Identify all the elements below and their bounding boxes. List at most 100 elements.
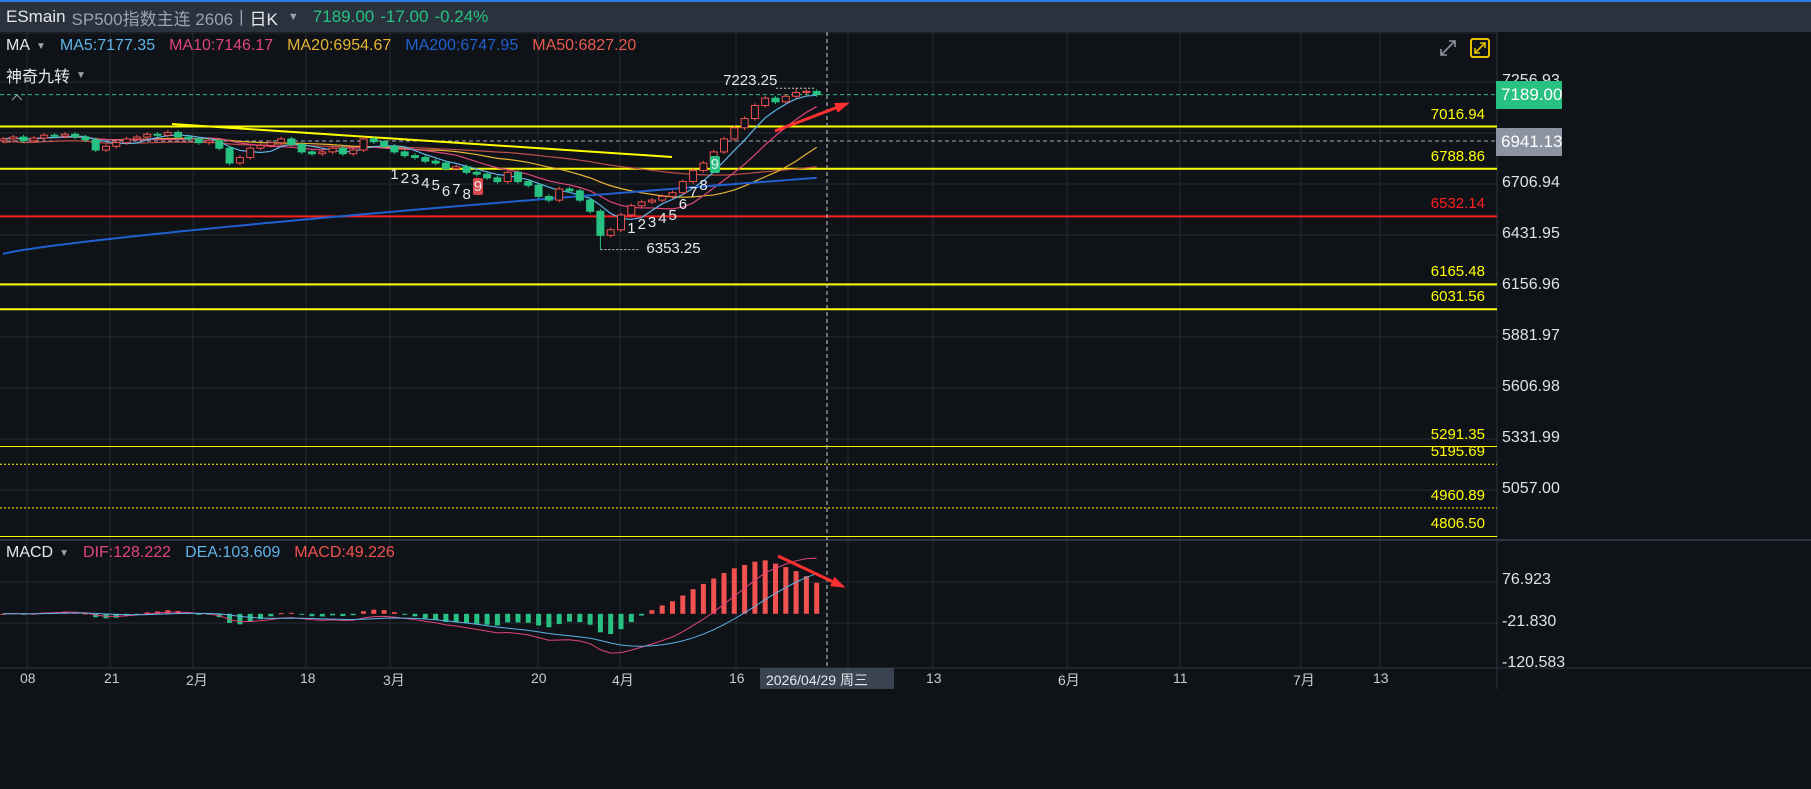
macd-histogram-bar: [546, 613, 552, 628]
candle-down: [225, 147, 234, 164]
candle-up: [143, 133, 152, 138]
candle-down: [194, 138, 203, 144]
time-axis-label: 4月: [612, 672, 634, 688]
td-legend: 神奇九转 ▼: [6, 63, 86, 87]
chevron-down-icon[interactable]: ▼: [76, 70, 86, 81]
candle-down: [472, 171, 481, 175]
macd-histogram-bar: [659, 605, 665, 614]
candle-up: [658, 195, 667, 201]
td-count-label: 8: [462, 186, 471, 204]
candle-up: [122, 138, 131, 144]
price-axis-label: 6156.96: [1502, 276, 1560, 293]
candle-up: [256, 144, 265, 149]
td-count-label: 2: [637, 215, 646, 233]
macd-axis-label: -21.830: [1502, 612, 1557, 630]
chevron-down-icon[interactable]: ▼: [36, 41, 46, 52]
candle-down: [411, 155, 419, 158]
macd-histogram-bar: [484, 613, 490, 625]
macd-histogram-bar: [608, 613, 614, 635]
macd-histogram-bar: [762, 560, 768, 614]
td-count-label: 8: [699, 177, 708, 195]
candle-up: [318, 151, 327, 155]
candle-up: [29, 137, 38, 142]
candle-down: [441, 162, 450, 170]
expand-icon[interactable]: [1438, 38, 1458, 58]
macd-histogram-bar: [278, 613, 284, 615]
candle-up: [668, 192, 677, 197]
dif-value: DIF:128.222: [83, 544, 172, 561]
candle-up: [627, 205, 636, 216]
macd-legend: MACD ▼ DIF:128.222 DEA:103.609 MACD:49.2…: [6, 544, 395, 562]
time-axis-label: 13: [1373, 670, 1389, 686]
level-label: 6532.14: [1430, 195, 1485, 213]
td-nine-badge: 9: [709, 155, 721, 173]
macd-histogram-bar: [618, 613, 624, 630]
candle-up: [761, 97, 770, 107]
macd-histogram-bar: [783, 567, 789, 614]
candle-up: [689, 169, 698, 183]
macd-indicator-label[interactable]: MACD: [6, 544, 53, 562]
candle-up: [606, 229, 615, 236]
macd-histogram-bar: [330, 613, 336, 616]
level-label: 4806.50: [1430, 515, 1485, 533]
macd-histogram-bar: [464, 613, 469, 624]
td-count-label: 4: [658, 210, 667, 228]
time-axis-label: 6月: [1058, 672, 1080, 688]
td-indicator-label[interactable]: 神奇九转: [6, 63, 70, 87]
candle-down: [514, 171, 522, 183]
candle-down: [81, 136, 90, 141]
candle-up: [720, 138, 728, 153]
time-axis-label: 18: [300, 670, 316, 686]
macd-histogram-bar: [402, 613, 408, 615]
candle-up: [112, 142, 121, 147]
td-count-label: 2: [400, 169, 410, 187]
macd-histogram-bar: [628, 613, 634, 623]
ma-indicator-label[interactable]: MA: [6, 37, 30, 55]
candle-down: [184, 136, 193, 140]
level-label: 7016.94: [1430, 105, 1485, 123]
fullscreen-icon[interactable]: [1470, 38, 1490, 58]
macd-histogram-bar: [381, 610, 387, 614]
ma20-value: MA20:6954.67: [287, 37, 392, 54]
candle-down: [287, 138, 296, 145]
candle-up: [740, 118, 749, 129]
high-price-label: 7223.25: [723, 72, 778, 90]
macd-histogram-bar: [237, 613, 243, 625]
time-axis-label: 16: [729, 670, 745, 686]
macd-histogram-bar: [494, 613, 500, 626]
macd-value: MACD:49.226: [294, 544, 395, 561]
candle-down: [431, 160, 440, 164]
td-count-label: 3: [411, 171, 420, 189]
macd-axis-label: 76.923: [1502, 571, 1551, 589]
macd-histogram-bar: [268, 613, 274, 617]
ma50-value: MA50:6827.20: [532, 37, 637, 54]
level-label: 4960.89: [1430, 486, 1485, 504]
macd-histogram-bar: [299, 613, 305, 615]
macd-histogram-bar: [453, 613, 459, 623]
macd-histogram-bar: [309, 613, 315, 617]
macd-histogram-bar: [690, 589, 696, 614]
macd-histogram-bar: [680, 595, 686, 614]
candle-up: [40, 134, 49, 139]
macd-histogram-bar: [587, 613, 593, 625]
macd-histogram-bar: [340, 613, 346, 617]
candle-up: [617, 214, 625, 231]
chevron-down-icon[interactable]: ▼: [59, 548, 69, 559]
candle-down: [71, 133, 80, 138]
candle-up: [328, 147, 337, 153]
price-axis-label: 5331.99: [1502, 429, 1560, 446]
ma5-value: MA5:7177.35: [59, 37, 156, 54]
macd-axis-label: -120.583: [1502, 654, 1566, 672]
candle-down: [19, 136, 28, 142]
candle-up: [102, 145, 110, 151]
candle-up: [647, 199, 656, 203]
macd-histogram-bar: [371, 609, 377, 614]
td-count-label: 5: [431, 177, 440, 195]
macd-histogram-bar: [649, 610, 655, 614]
td-count-label: 1: [390, 165, 399, 183]
candle-down: [483, 173, 492, 179]
td-count-label: 6: [678, 195, 688, 213]
macd-histogram-bar: [639, 613, 645, 616]
macd-histogram-bar: [803, 576, 809, 614]
candle-up: [637, 201, 646, 207]
